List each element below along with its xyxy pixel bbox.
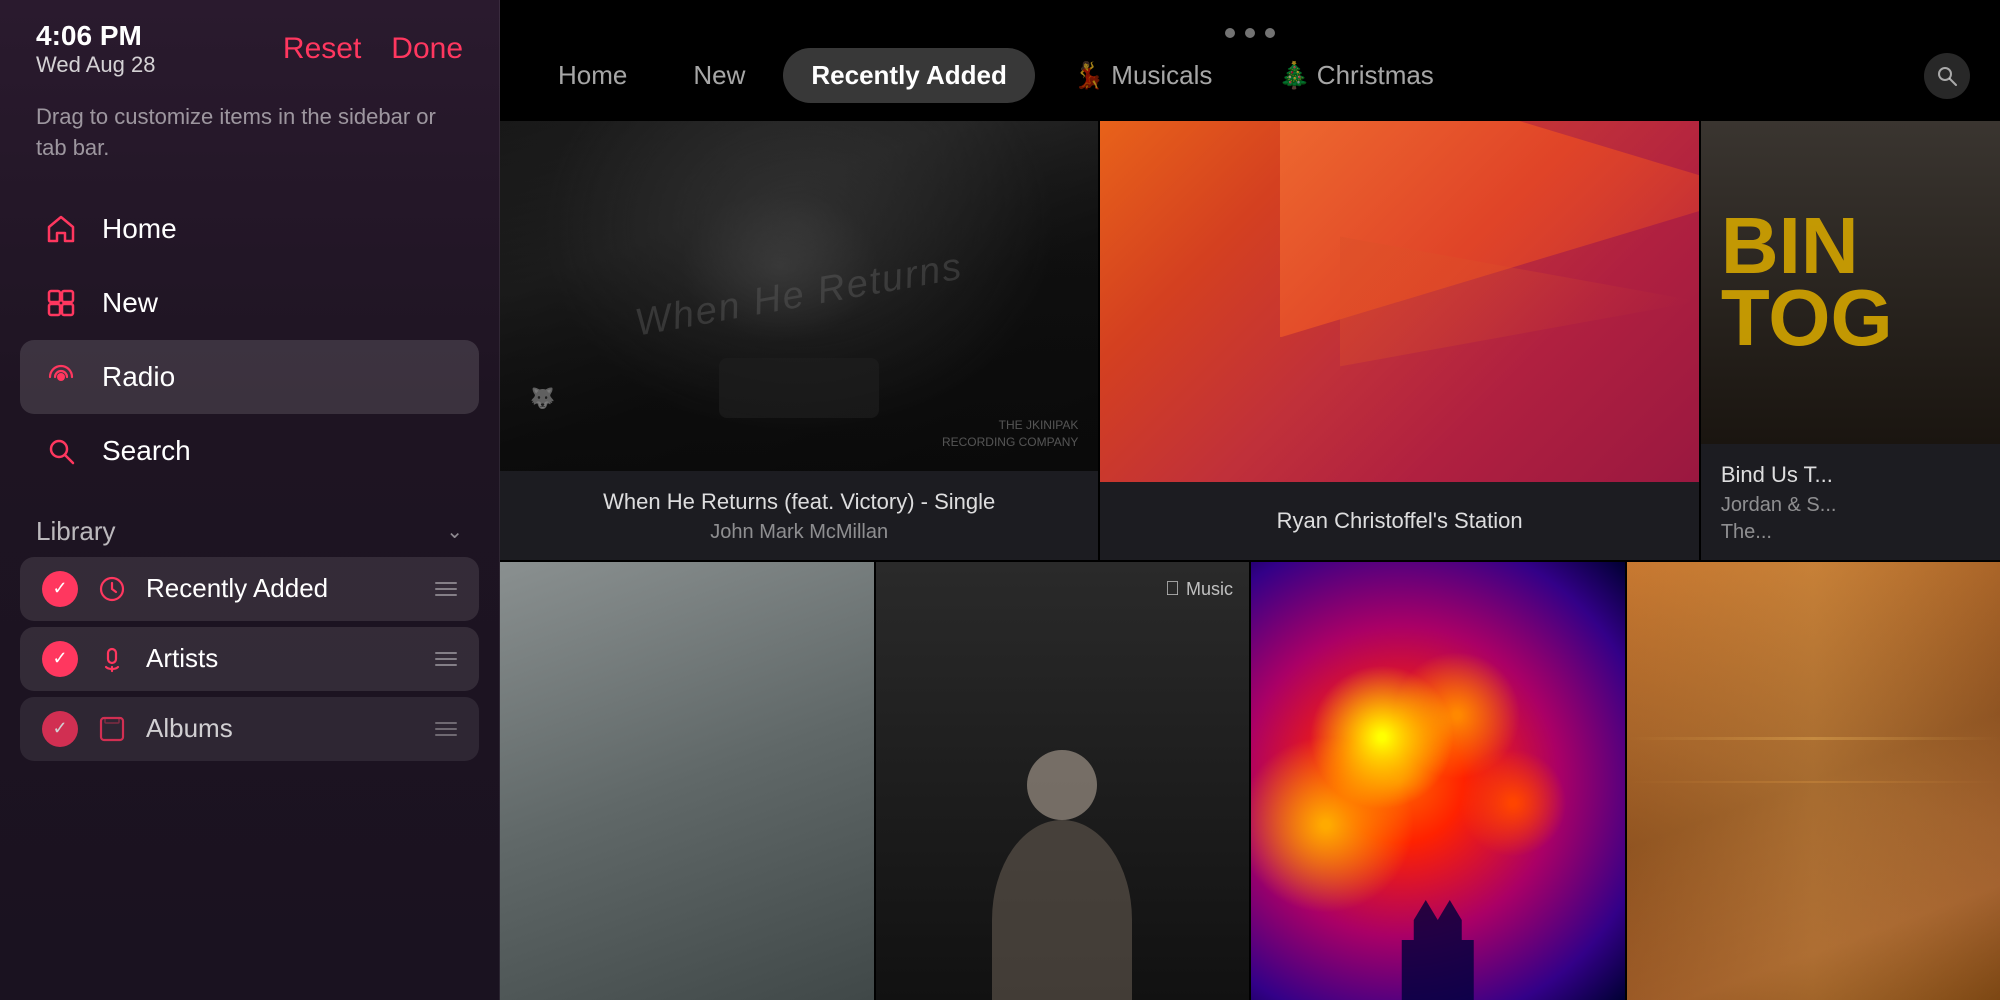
sidebar-item-home-label: Home bbox=[102, 213, 177, 245]
drag-handle-albums bbox=[435, 722, 457, 736]
sidebar-time-date: 4:06 PM Wed Aug 28 bbox=[36, 20, 155, 78]
library-items: ✓ Recently Added ✓ Artis bbox=[0, 557, 499, 761]
album-art-fireworks bbox=[1251, 562, 1625, 1000]
dots-menu bbox=[1225, 14, 1275, 38]
album-title-2: Ryan Christoffel's Station bbox=[1277, 506, 1523, 536]
dot-2 bbox=[1245, 28, 1255, 38]
library-item-albums[interactable]: ✓ Albums bbox=[20, 697, 479, 761]
library-albums-label: Albums bbox=[146, 713, 419, 744]
apple-music-badge:  Music bbox=[1165, 578, 1233, 601]
date-display: Wed Aug 28 bbox=[36, 52, 155, 78]
topbar bbox=[500, 0, 2000, 38]
sidebar-item-search-label: Search bbox=[102, 435, 191, 467]
album-title-1: When He Returns (feat. Victory) - Single bbox=[520, 487, 1078, 517]
tab-home[interactable]: Home bbox=[530, 48, 655, 103]
main-content: Home New Recently Added 💃Musicals 🎄Chris… bbox=[500, 0, 2000, 1000]
library-recently-added-label: Recently Added bbox=[146, 573, 419, 604]
album-card-bind[interactable]: BINTOG Bind Us T... Jordan & S... The... bbox=[1699, 121, 2000, 560]
album-card-fireworks[interactable] bbox=[1249, 562, 1625, 1000]
content-area: When He Returns 🐺 THE JKINIPAKRECORDING … bbox=[500, 121, 2000, 1000]
album-card-when-he-returns[interactable]: When He Returns 🐺 THE JKINIPAKRECORDING … bbox=[500, 121, 1098, 560]
album-art-speed bbox=[1627, 562, 2000, 1000]
wolf-icon: 🐺 bbox=[530, 386, 555, 411]
album-artist-3: Jordan & S... bbox=[1721, 494, 1980, 517]
grid-icon bbox=[42, 284, 80, 322]
album-art-person:  Music bbox=[876, 562, 1250, 1000]
album-card-speed[interactable] bbox=[1625, 562, 2000, 1000]
library-label: Library bbox=[36, 516, 115, 547]
sidebar-item-home[interactable]: Home bbox=[20, 192, 479, 266]
sidebar-header: 4:06 PM Wed Aug 28 Reset Done bbox=[0, 0, 499, 94]
bottom-album-row:  Music bbox=[500, 562, 2000, 1000]
library-header: Library ⌄ bbox=[0, 488, 499, 557]
album-art-train: When He Returns 🐺 THE JKINIPAKRECORDING … bbox=[500, 121, 1098, 471]
album-info-2: Ryan Christoffel's Station bbox=[1100, 482, 1698, 560]
album-card-ryan[interactable]: Ryan Christoffel's Station bbox=[1098, 121, 1698, 560]
sidebar: 4:06 PM Wed Aug 28 Reset Done Drag to cu… bbox=[0, 0, 500, 1000]
album-art-radio bbox=[1100, 121, 1698, 482]
drag-handle-recently-added bbox=[435, 582, 457, 596]
search-tab-button[interactable] bbox=[1924, 53, 1970, 99]
search-icon bbox=[42, 432, 80, 470]
clock-icon bbox=[94, 571, 130, 607]
check-icon-albums: ✓ bbox=[42, 711, 78, 747]
done-button[interactable]: Done bbox=[391, 32, 463, 66]
tab-bar: Home New Recently Added 💃Musicals 🎄Chris… bbox=[500, 38, 2000, 121]
drag-handle-artists bbox=[435, 652, 457, 666]
sidebar-item-new-label: New bbox=[102, 287, 158, 319]
sidebar-item-radio[interactable]: Radio bbox=[20, 340, 479, 414]
album-info-3: Bind Us T... Jordan & S... The... bbox=[1701, 444, 2000, 560]
album-artist-1: John Mark McMillan bbox=[520, 521, 1078, 544]
album-art-gray bbox=[500, 562, 874, 1000]
check-icon-artists: ✓ bbox=[42, 641, 78, 677]
sidebar-item-search[interactable]: Search bbox=[20, 414, 479, 488]
album-extra-3: The... bbox=[1721, 521, 1980, 544]
tab-christmas[interactable]: 🎄Christmas bbox=[1250, 48, 1461, 103]
dot-1 bbox=[1225, 28, 1235, 38]
library-artists-label: Artists bbox=[146, 643, 419, 674]
album-title-3: Bind Us T... bbox=[1721, 460, 1980, 490]
recording-label: THE JKINIPAKRECORDING COMPANY bbox=[942, 417, 1078, 451]
time-display: 4:06 PM bbox=[36, 20, 155, 52]
sidebar-instructions: Drag to customize items in the sidebar o… bbox=[0, 94, 499, 192]
album-art-bind: BINTOG bbox=[1701, 121, 2000, 444]
album-icon bbox=[94, 711, 130, 747]
library-item-artists[interactable]: ✓ Artists bbox=[20, 627, 479, 691]
tab-recently-added[interactable]: Recently Added bbox=[783, 48, 1035, 103]
album-info-1: When He Returns (feat. Victory) - Single… bbox=[500, 471, 1098, 560]
album-card-person[interactable]:  Music bbox=[874, 562, 1250, 1000]
dot-3 bbox=[1265, 28, 1275, 38]
top-album-row: When He Returns 🐺 THE JKINIPAKRECORDING … bbox=[500, 121, 2000, 560]
mic-icon bbox=[94, 641, 130, 677]
reset-button[interactable]: Reset bbox=[283, 32, 361, 66]
sidebar-item-radio-label: Radio bbox=[102, 361, 175, 393]
sidebar-item-new[interactable]: New bbox=[20, 266, 479, 340]
library-item-recently-added[interactable]: ✓ Recently Added bbox=[20, 557, 479, 621]
sidebar-nav: Home New Radio bbox=[0, 192, 499, 488]
apple-music-label: Music bbox=[1186, 579, 1233, 600]
check-icon-recently-added: ✓ bbox=[42, 571, 78, 607]
home-icon bbox=[42, 210, 80, 248]
tab-musicals[interactable]: 💃Musicals bbox=[1045, 48, 1241, 103]
album-card-gray[interactable] bbox=[500, 562, 874, 1000]
radio-icon bbox=[42, 358, 80, 396]
library-chevron-icon[interactable]: ⌄ bbox=[446, 519, 463, 544]
tab-new[interactable]: New bbox=[665, 48, 773, 103]
